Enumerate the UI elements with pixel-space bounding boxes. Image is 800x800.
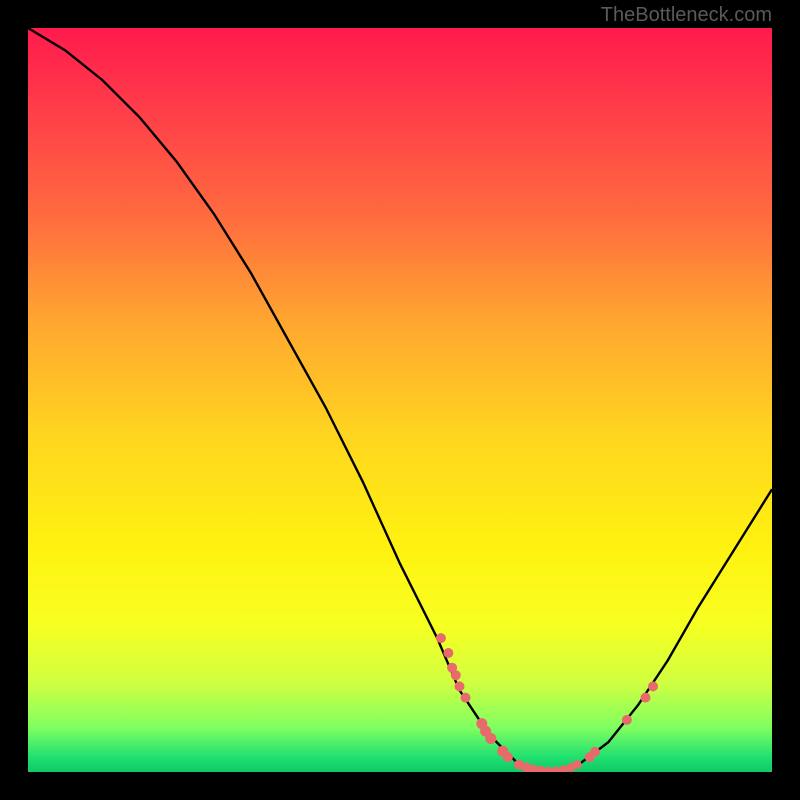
curve-marker [641, 693, 651, 703]
curve-marker [485, 733, 496, 744]
curve-marker [461, 693, 471, 703]
curve-marker [573, 760, 582, 769]
plot-area [28, 28, 772, 772]
curve-marker [590, 747, 600, 757]
bottleneck-curve [28, 28, 772, 772]
curve-marker [455, 681, 465, 691]
curve-marker [436, 633, 446, 643]
attribution-text: TheBottleneck.com [601, 4, 772, 27]
curve-marker [503, 752, 513, 762]
bottleneck-curve-svg [28, 28, 772, 772]
curve-marker [648, 681, 658, 691]
curve-marker [622, 715, 632, 725]
curve-marker [451, 670, 461, 680]
curve-markers [436, 633, 658, 772]
curve-marker [443, 648, 453, 658]
